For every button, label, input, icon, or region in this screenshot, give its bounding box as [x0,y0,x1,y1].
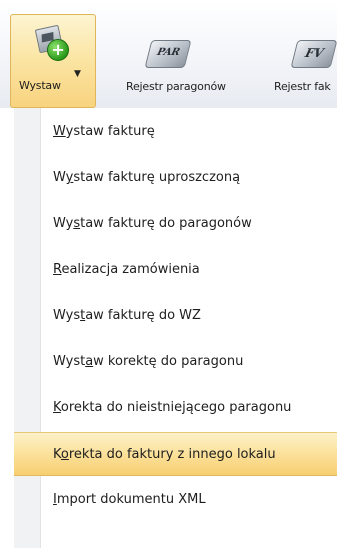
invoice-register-icon: FV [290,40,337,68]
menu-text: ystaw fakturę [65,124,155,139]
menu-text: rekta do faktury z innego lokalu [68,447,276,462]
menu-item-import-dokumentu-xml[interactable]: Import dokumentu XML [40,478,337,522]
menu-text: W [53,170,66,185]
rejestr-paragonow-label: Rejestr paragonów [126,80,226,93]
menu-item-wystaw-fakture[interactable]: Wystaw fakturę [40,110,337,154]
menu-accel-key: K [53,400,61,415]
menu-text: taw fakturę do paragonów [80,216,252,231]
wystaw-dropdown-menu: Wystaw fakturę Wystaw fakturę uproszczon… [0,108,337,548]
menu-item-korekta-faktury-innego-lokalu[interactable]: Korekta do faktury z innego lokalu [14,432,337,476]
menu-text: aw fakturę do WZ [85,308,201,323]
ribbon-toolbar: + ▼ Wystaw PAR Rejestr paragonów FV Reje… [0,0,337,108]
add-icon: + [47,39,69,61]
menu-text: orekta do nieistniejącego paragonu [60,400,292,415]
menu-item-wystaw-fakture-do-wz[interactable]: Wystaw fakturę do WZ [40,294,337,338]
menu-text: Wyst [53,354,86,369]
menu-text: Wys [53,308,81,323]
menu-accel-key: W [53,124,66,139]
wystaw-label: Wystaw [19,79,61,92]
menu-text: w korektę do paragonu [93,354,244,369]
menu-item-realizacja-zamowienia[interactable]: Realizacja zamówienia [40,248,337,292]
menu-accel-key: o [60,447,69,462]
menu-item-korekta-nieistniejacego-paragonu[interactable]: Korekta do nieistniejącego paragonu [40,386,337,430]
menu-text: mport dokumentu XML [56,492,206,507]
dropdown-arrow-icon: ▼ [74,69,81,79]
rejestr-faktur-button[interactable]: FV Rejestr fak [252,14,337,104]
menu-text: staw fakturę uproszczoną [73,170,241,185]
rejestr-paragonow-button[interactable]: PAR Rejestr paragonów [106,14,226,104]
menu-text: Wy [53,216,74,231]
menu-accel-key: a [85,354,94,369]
rejestr-faktur-label: Rejestr fak [274,80,331,93]
menu-item-wystaw-fakture-do-paragonow[interactable]: Wystaw fakturę do paragonów [40,202,337,246]
receipt-register-icon: PAR [144,40,192,68]
menu-icon-strip [14,108,41,548]
menu-text: K [53,447,61,462]
menu-item-wystaw-korekte-do-paragonu[interactable]: Wystaw korektę do paragonu [40,340,337,384]
wystaw-button[interactable]: + ▼ Wystaw [10,14,96,108]
menu-text: ealizacja zamówienia [61,262,200,277]
menu-item-wystaw-fakture-uproszczona[interactable]: Wystaw fakturę uproszczoną [40,156,337,200]
